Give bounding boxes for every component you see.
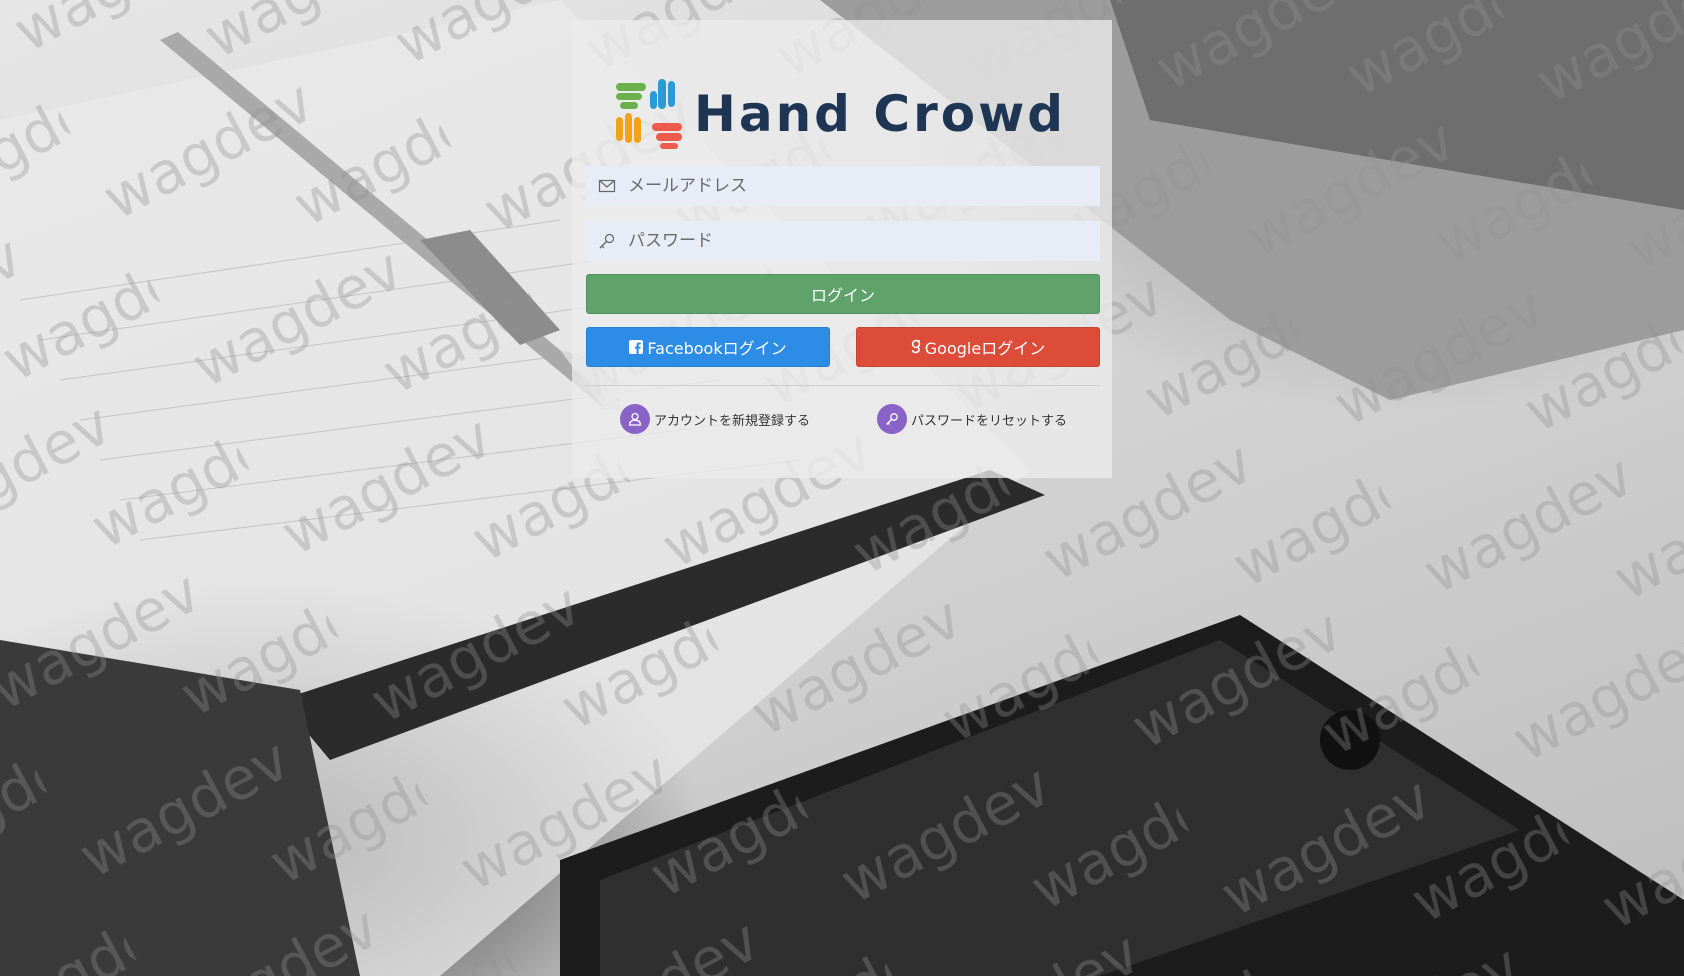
google-login-label: Googleログイン <box>924 339 1046 358</box>
login-card: Hand Crowd ログイン <box>572 20 1112 478</box>
login-button[interactable]: ログイン <box>586 274 1100 314</box>
google-login-button[interactable]: Googleログイン <box>856 327 1100 367</box>
password-input[interactable] <box>628 231 1088 251</box>
email-input[interactable] <box>628 176 1088 196</box>
divider <box>586 385 1100 386</box>
google-plus-icon <box>911 339 921 355</box>
register-link-label: アカウントを新規登録する <box>654 413 811 429</box>
register-link[interactable]: アカウントを新規登録する <box>620 404 810 434</box>
facebook-login-label: Facebookログイン <box>647 339 787 358</box>
facebook-login-button[interactable]: Facebookログイン <box>586 327 830 367</box>
facebook-icon <box>629 340 644 354</box>
key-icon <box>877 404 907 434</box>
password-field[interactable] <box>586 221 1100 261</box>
hands-logo-icon <box>616 79 682 149</box>
user-icon <box>620 404 650 434</box>
reset-password-link[interactable]: パスワードをリセットする <box>877 404 1067 434</box>
login-page: wagdev wagdev <box>0 0 1684 976</box>
logo-text: Hand Crowd <box>694 85 1067 143</box>
login-button-label: ログイン <box>810 286 875 305</box>
email-field[interactable] <box>586 166 1100 206</box>
key-icon <box>599 233 615 249</box>
logo: Hand Crowd <box>612 66 1066 162</box>
envelope-icon <box>598 179 616 193</box>
reset-password-link-label: パスワードをリセットする <box>911 413 1068 429</box>
